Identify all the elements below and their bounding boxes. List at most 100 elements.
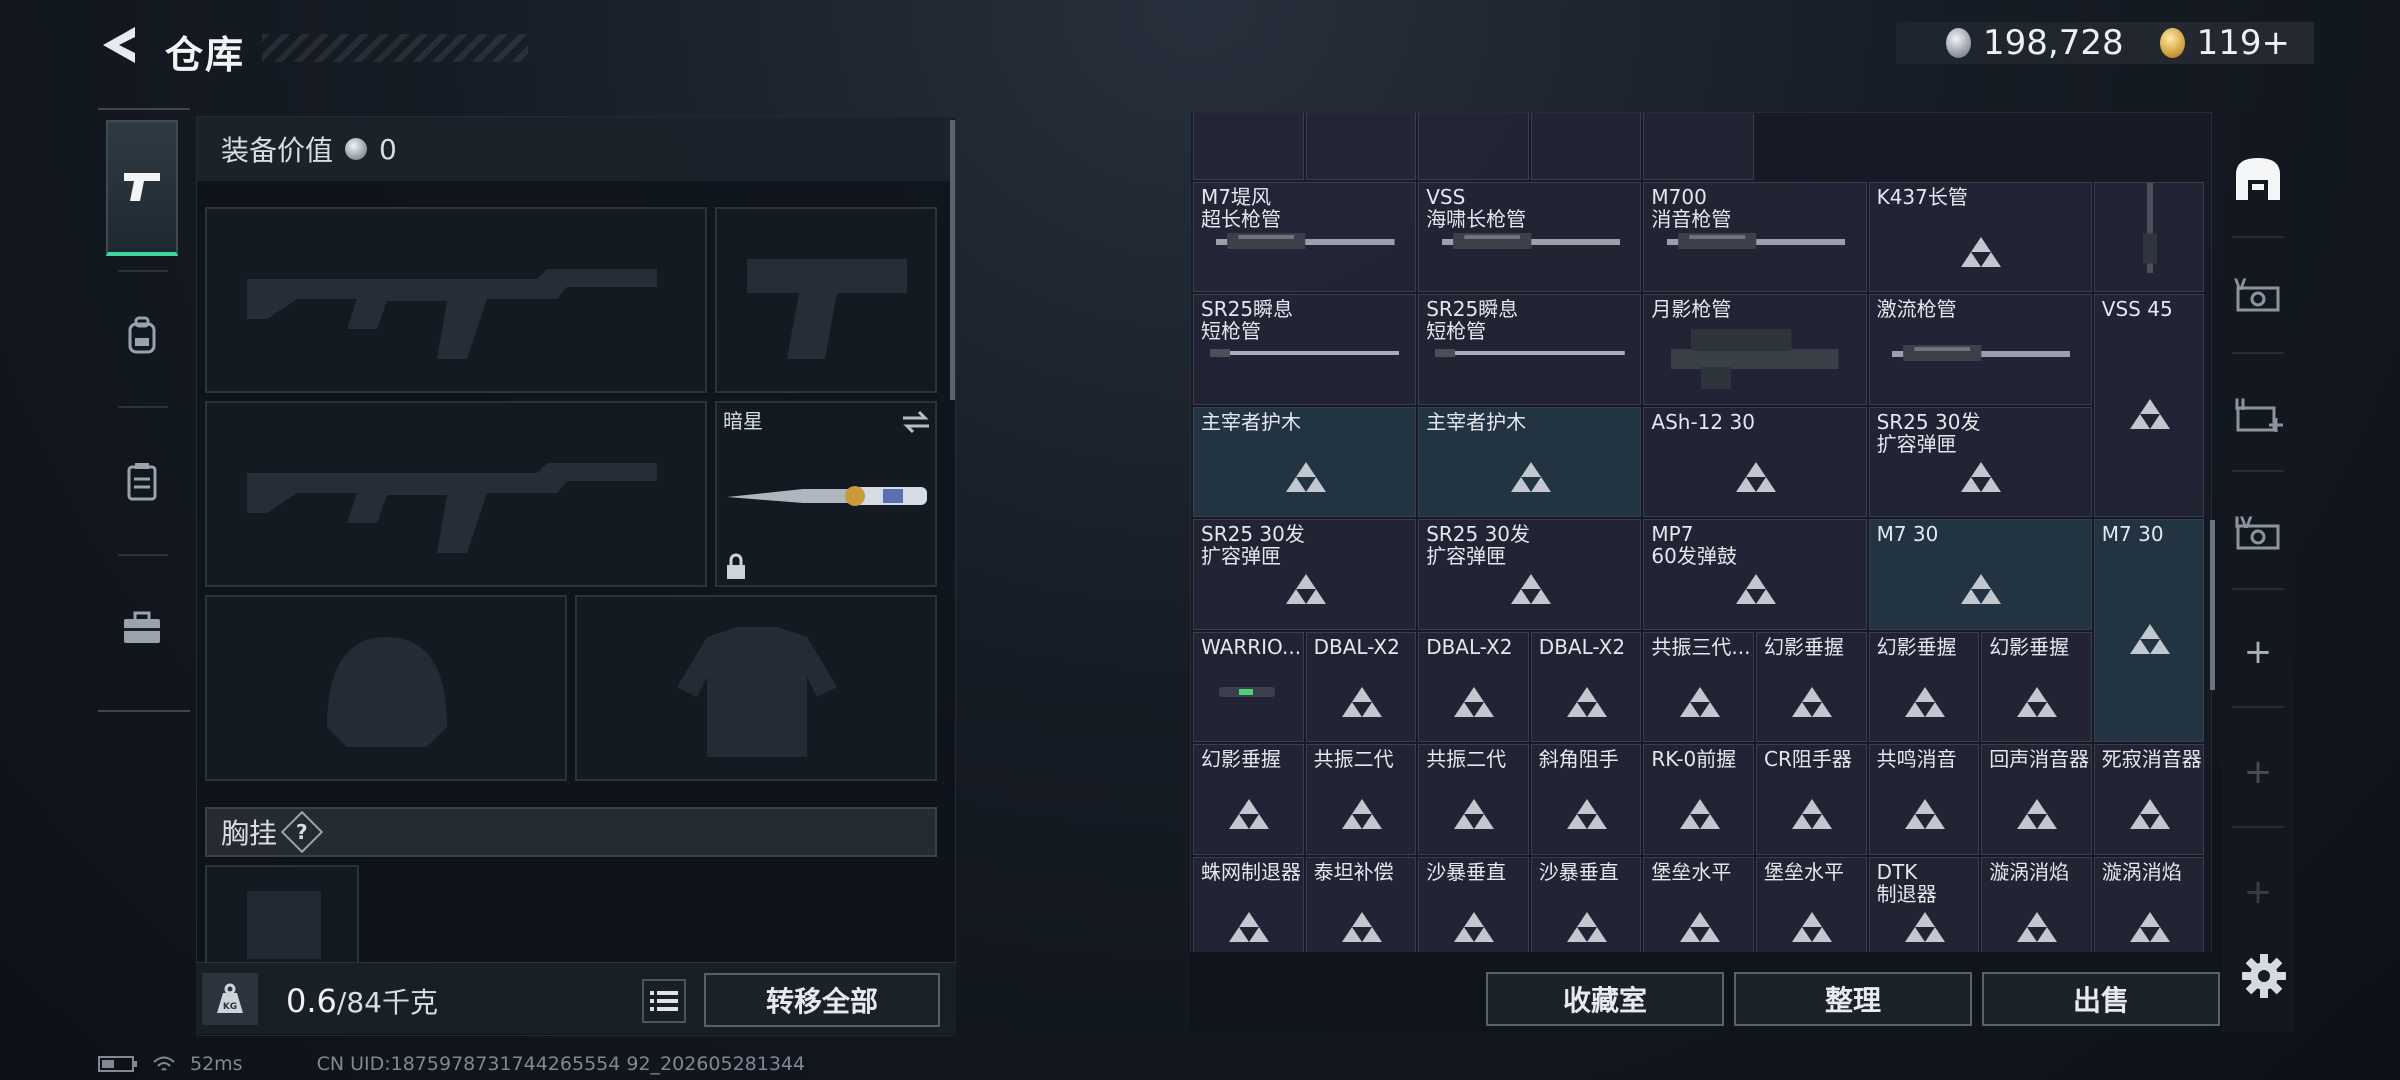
inventory-item[interactable]: M7 30 — [1868, 519, 2092, 630]
inventory-item[interactable]: 主宰者护木 — [1418, 406, 1642, 517]
inventory-item[interactable]: 主宰者护木 — [1193, 406, 1417, 517]
inventory-item[interactable]: M7堤风 超长枪管 — [1193, 181, 1417, 292]
inventory-item[interactable]: WARRIO... — [1193, 631, 1304, 742]
item-label: 幻影垂握 — [1876, 634, 1957, 659]
inventory-item[interactable]: 幻影垂握 — [1756, 631, 1867, 742]
inventory-item[interactable]: VSS 海啸长枪管 — [1418, 181, 1642, 292]
inventory-item[interactable]: MP7 60发弹鼓 — [1643, 519, 1867, 630]
inventory-item[interactable]: ASh-12 30 — [1643, 406, 1867, 517]
inventory-item[interactable]: 共振二代 — [1418, 744, 1529, 855]
inventory-item[interactable] — [1643, 113, 1754, 180]
inventory-item[interactable]: M7 30 — [2093, 519, 2205, 742]
inventory-item[interactable]: SR25瞬息 短枪管 — [1193, 294, 1417, 405]
storage-home-tab[interactable] — [2230, 150, 2286, 206]
melee-slot[interactable]: 暗星 — [715, 401, 937, 587]
chest-rig-silhouette-icon — [247, 891, 321, 959]
chest-rig-slot[interactable] — [205, 865, 359, 965]
help-icon[interactable]: ? — [280, 810, 324, 854]
sort-button[interactable]: 整理 — [1734, 972, 1972, 1026]
inventory-item[interactable]: 蛛网制退器 — [1193, 856, 1304, 955]
inventory-item[interactable]: SR25 30发 扩容弹匣 — [1418, 519, 1642, 630]
inventory-item[interactable]: 月影枪管 — [1643, 294, 1867, 405]
gold-coin-value[interactable]: 119+ — [2197, 23, 2290, 63]
inventory-item[interactable]: DBAL-X2 — [1530, 631, 1642, 742]
collection-room-button[interactable]: 收藏室 — [1486, 972, 1724, 1026]
sell-button[interactable]: 出售 — [1982, 972, 2220, 1026]
placeholder-triangle-icon — [2017, 911, 2058, 942]
inventory-item[interactable] — [1305, 113, 1417, 180]
add-storage-button[interactable]: + — [2230, 624, 2286, 680]
helmet-slot[interactable] — [205, 595, 567, 781]
primary-weapon-slot-2[interactable] — [205, 401, 707, 587]
inventory-item[interactable] — [1530, 113, 1642, 180]
armor-slot[interactable] — [575, 595, 937, 781]
item-label: 幻影垂握 — [1764, 634, 1844, 659]
inventory-item[interactable]: 幻影垂握 — [1868, 631, 1980, 742]
inventory-item[interactable]: SR25 30发 扩容弹匣 — [1193, 519, 1417, 630]
inventory-item[interactable]: DBAL-X2 — [1418, 631, 1529, 742]
inventory-item[interactable]: 斜角阻手 — [1530, 744, 1642, 855]
inventory-item[interactable]: SR25瞬息 短枪管 — [1418, 294, 1642, 405]
inventory-item[interactable]: 幻影垂握 — [1981, 631, 2092, 742]
inventory-item[interactable]: VSS 45 — [2093, 294, 2205, 517]
inventory-item[interactable]: 沙暴垂直 — [1530, 856, 1642, 955]
silver-coin-icon — [1946, 28, 1971, 58]
inventory-item[interactable]: 沙暴垂直 — [1418, 856, 1529, 955]
item-label: 斜角阻手 — [1538, 747, 1619, 771]
tab-backpack[interactable] — [106, 268, 178, 404]
inventory-item[interactable]: 幻影垂握 — [1193, 744, 1304, 855]
loadout-footer: KG 0.6/84千克 转移全部 — [196, 962, 956, 1034]
inventory-item[interactable]: 回声消音器 — [1981, 744, 2092, 855]
inventory-item[interactable]: 堡垒水平 — [1756, 856, 1867, 955]
inventory-item[interactable] — [2093, 181, 2205, 292]
inventory-item[interactable]: 共鸣消音 — [1868, 744, 1980, 855]
inventory-item[interactable] — [1193, 113, 1304, 180]
storage-iv-tab[interactable]: IV — [2230, 504, 2286, 560]
placeholder-triangle-icon — [1341, 911, 1382, 942]
list-view-button[interactable] — [642, 979, 686, 1023]
swap-icon[interactable] — [901, 409, 931, 435]
storage-v-tab[interactable]: V — [2230, 266, 2286, 322]
inventory-item[interactable]: DTK 制退器 — [1868, 856, 1980, 955]
inventory-item[interactable]: SR25 30发 扩容弹匣 — [1868, 406, 2092, 517]
placeholder-triangle-icon — [1792, 911, 1833, 942]
placeholder-triangle-icon — [1567, 799, 1608, 829]
title-decoration — [262, 34, 528, 62]
inventory-item[interactable]: DBAL-X2 — [1305, 631, 1417, 742]
primary-weapon-slot-1[interactable] — [205, 207, 707, 393]
inventory-item[interactable]: 漩涡消焰 — [2093, 856, 2205, 955]
inventory-item[interactable]: 共振二代 — [1305, 744, 1417, 855]
inventory-item[interactable]: 漩涡消焰 — [1981, 856, 2092, 955]
inventory-item[interactable]: RK-0前握 — [1643, 744, 1754, 855]
tab-toolbox[interactable] — [106, 560, 178, 696]
placeholder-triangle-icon — [1735, 461, 1776, 492]
loadout-scrollbar[interactable] — [950, 120, 955, 400]
item-label: 幻影垂握 — [1201, 747, 1281, 771]
inventory-item[interactable]: 死寂消音器 — [2093, 744, 2205, 855]
storage-add-tab[interactable]: II — [2230, 386, 2286, 442]
inventory-item[interactable]: CR阻手器 — [1756, 744, 1867, 855]
storage-side-nav: V II IV + + + — [2222, 112, 2294, 1032]
inventory-item[interactable]: 堡垒水平 — [1643, 856, 1754, 955]
tab-vest[interactable] — [106, 414, 178, 550]
vest-icon — [127, 463, 157, 501]
inventory-item[interactable]: 共振三代... — [1643, 631, 1754, 742]
back-arrow-icon — [103, 27, 135, 63]
item-label: 沙暴垂直 — [1426, 859, 1507, 884]
tab-weapons[interactable] — [106, 120, 178, 256]
inventory-scrollbar[interactable] — [2210, 520, 2215, 690]
barrel-icon — [1891, 345, 2071, 361]
back-button[interactable] — [98, 22, 140, 68]
toolbox-icon — [124, 611, 160, 643]
barrel-icon — [1666, 232, 1846, 249]
inventory-item[interactable]: K437长管 — [1868, 181, 2092, 292]
settings-gear-icon[interactable] — [2240, 952, 2288, 1000]
pistol-slot[interactable] — [715, 207, 937, 393]
battery-icon — [98, 1056, 137, 1072]
inventory-item[interactable] — [1418, 113, 1529, 180]
inventory-item[interactable]: 激流枪管 — [1868, 294, 2092, 405]
transfer-all-button[interactable]: 转移全部 — [704, 973, 940, 1027]
inventory-item[interactable]: 泰坦补偿 — [1305, 856, 1417, 955]
item-label: M7 30 — [1876, 522, 1939, 546]
inventory-item[interactable]: M700 消音枪管 — [1643, 181, 1867, 292]
